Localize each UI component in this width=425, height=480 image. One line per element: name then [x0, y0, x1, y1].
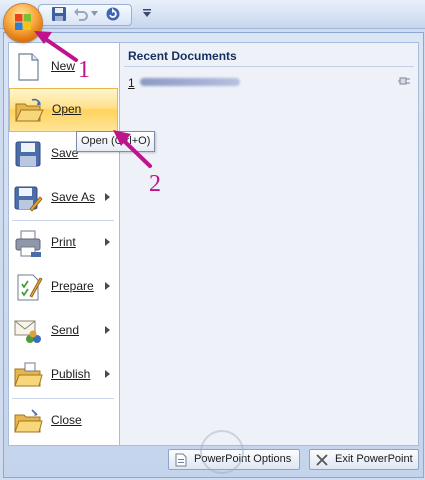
- open-tooltip: Open (Ctrl+O): [76, 131, 156, 152]
- menu-item-open[interactable]: Open: [9, 88, 118, 132]
- menu-item-save-as[interactable]: Save As: [9, 177, 118, 219]
- submenu-arrow-icon: [105, 193, 110, 201]
- annotation-step-2: 2: [149, 171, 161, 197]
- submenu-arrow-icon: [105, 326, 110, 334]
- customize-toolbar-icon[interactable]: [141, 7, 153, 19]
- menu-item-label: New: [51, 59, 76, 73]
- recent-documents-title: Recent Documents: [128, 49, 237, 63]
- menu-item-print[interactable]: Print: [9, 222, 118, 264]
- menu-item-label: Publish: [51, 367, 91, 381]
- close-folder-icon: [14, 409, 43, 433]
- undo-icon[interactable]: [73, 6, 89, 22]
- recent-documents-panel: [119, 42, 419, 446]
- save-as-icon: [14, 186, 43, 212]
- submenu-arrow-icon: [105, 282, 110, 290]
- recent-documents-divider: [124, 66, 414, 67]
- undo-dropdown-icon[interactable]: [91, 11, 98, 17]
- office-button[interactable]: [4, 4, 42, 42]
- menu-item-publish[interactable]: Publish: [9, 354, 118, 396]
- menu-item-label: Close: [51, 413, 82, 427]
- save-icon[interactable]: [51, 6, 67, 22]
- menu-separator: [12, 220, 114, 221]
- menu-item-label: Send: [51, 323, 80, 337]
- menu-item-label: Save As: [51, 190, 96, 204]
- redo-icon[interactable]: [105, 6, 121, 22]
- annotation-step-1: 1: [78, 57, 90, 83]
- new-document-icon: [18, 53, 39, 81]
- recent-document-number[interactable]: 1: [128, 76, 135, 90]
- menu-item-new[interactable]: New: [9, 46, 118, 88]
- close-x-icon: [316, 454, 328, 466]
- menu-item-close[interactable]: Close: [9, 400, 118, 442]
- menu-item-label: Save: [51, 146, 79, 160]
- exit-powerpoint-button[interactable]: Exit PowerPoint: [309, 449, 419, 470]
- save-disk-icon: [15, 141, 41, 167]
- menu-item-label: Print: [51, 235, 76, 249]
- submenu-arrow-icon: [105, 238, 110, 246]
- menu-separator: [12, 398, 114, 399]
- menu-item-send[interactable]: Send: [9, 310, 118, 352]
- submenu-arrow-icon: [105, 370, 110, 378]
- exit-powerpoint-label: Exit PowerPoint: [335, 453, 413, 465]
- prepare-icon: [17, 274, 43, 301]
- menu-item-label: Open: [52, 102, 82, 116]
- menu-item-prepare[interactable]: Prepare: [9, 266, 118, 308]
- office-logo-icon: [15, 14, 31, 30]
- menu-item-label: Prepare: [51, 279, 94, 293]
- options-document-icon: [175, 453, 187, 467]
- publish-folder-icon: [14, 362, 43, 387]
- printer-icon: [15, 230, 41, 257]
- send-icon: [14, 320, 41, 343]
- watermark-logo: [200, 430, 244, 474]
- open-folder-icon: [15, 98, 44, 122]
- pin-icon[interactable]: [398, 75, 412, 87]
- recent-document-name-redacted[interactable]: [140, 78, 240, 86]
